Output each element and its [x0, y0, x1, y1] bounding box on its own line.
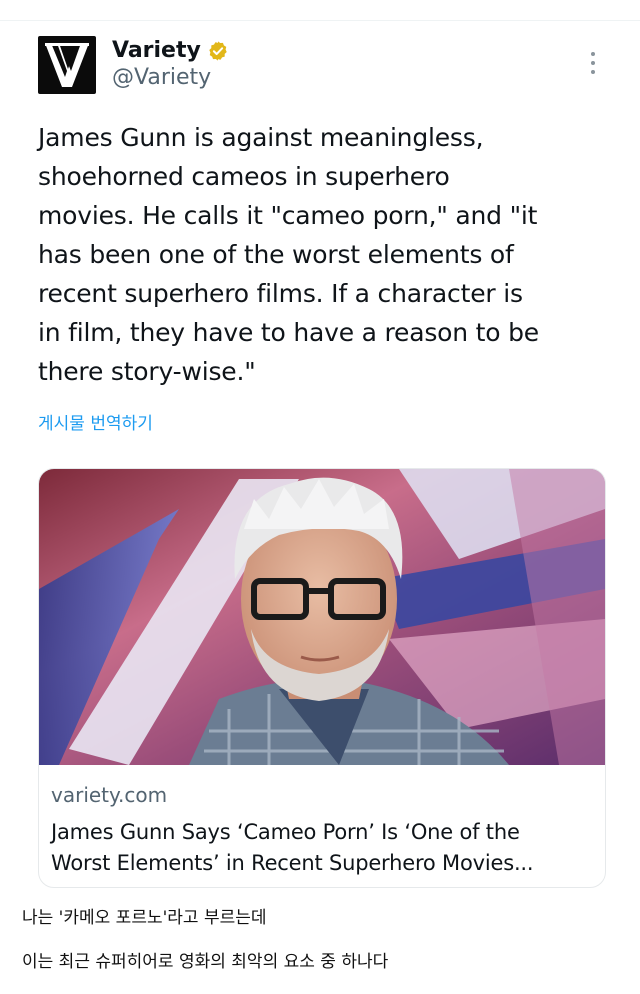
handle[interactable]: @Variety: [112, 64, 229, 92]
tweet-header: Variety @Variety: [38, 36, 604, 102]
tweet[interactable]: Variety @Variety James Gunn is against m…: [38, 36, 604, 435]
translate-post-link[interactable]: 게시물 번역하기: [38, 413, 604, 435]
variety-logo-icon: [41, 39, 93, 91]
link-card-image[interactable]: [39, 469, 605, 765]
verified-badge-icon: [209, 41, 227, 61]
link-domain: variety.com: [51, 783, 168, 807]
caption-line-1: 나는 '카메오 포르노'라고 부르는데: [22, 908, 267, 928]
caption-line-2: 이는 최근 슈퍼히어로 영화의 최악의 요소 중 하나다: [22, 952, 389, 972]
avatar[interactable]: [38, 36, 96, 94]
link-card[interactable]: variety.com James Gunn Says ‘Cameo Porn’…: [38, 468, 606, 888]
james-gunn-photo: [39, 469, 605, 765]
link-card-meta: variety.com James Gunn Says ‘Cameo Porn’…: [39, 765, 605, 879]
caption: 나는 '카메오 포르노'라고 부르는데 이는 최근 슈퍼히어로 영화의 최악의 …: [22, 906, 388, 994]
display-name[interactable]: Variety: [112, 38, 201, 64]
top-divider: [0, 20, 640, 21]
link-title[interactable]: James Gunn Says ‘Cameo Porn’ Is ‘One of …: [51, 817, 593, 879]
name-row: Variety: [112, 38, 229, 64]
author-names: Variety @Variety: [112, 36, 229, 92]
more-options-icon[interactable]: [590, 52, 596, 74]
tweet-text: James Gunn is against meaningless, shoeh…: [38, 123, 539, 386]
